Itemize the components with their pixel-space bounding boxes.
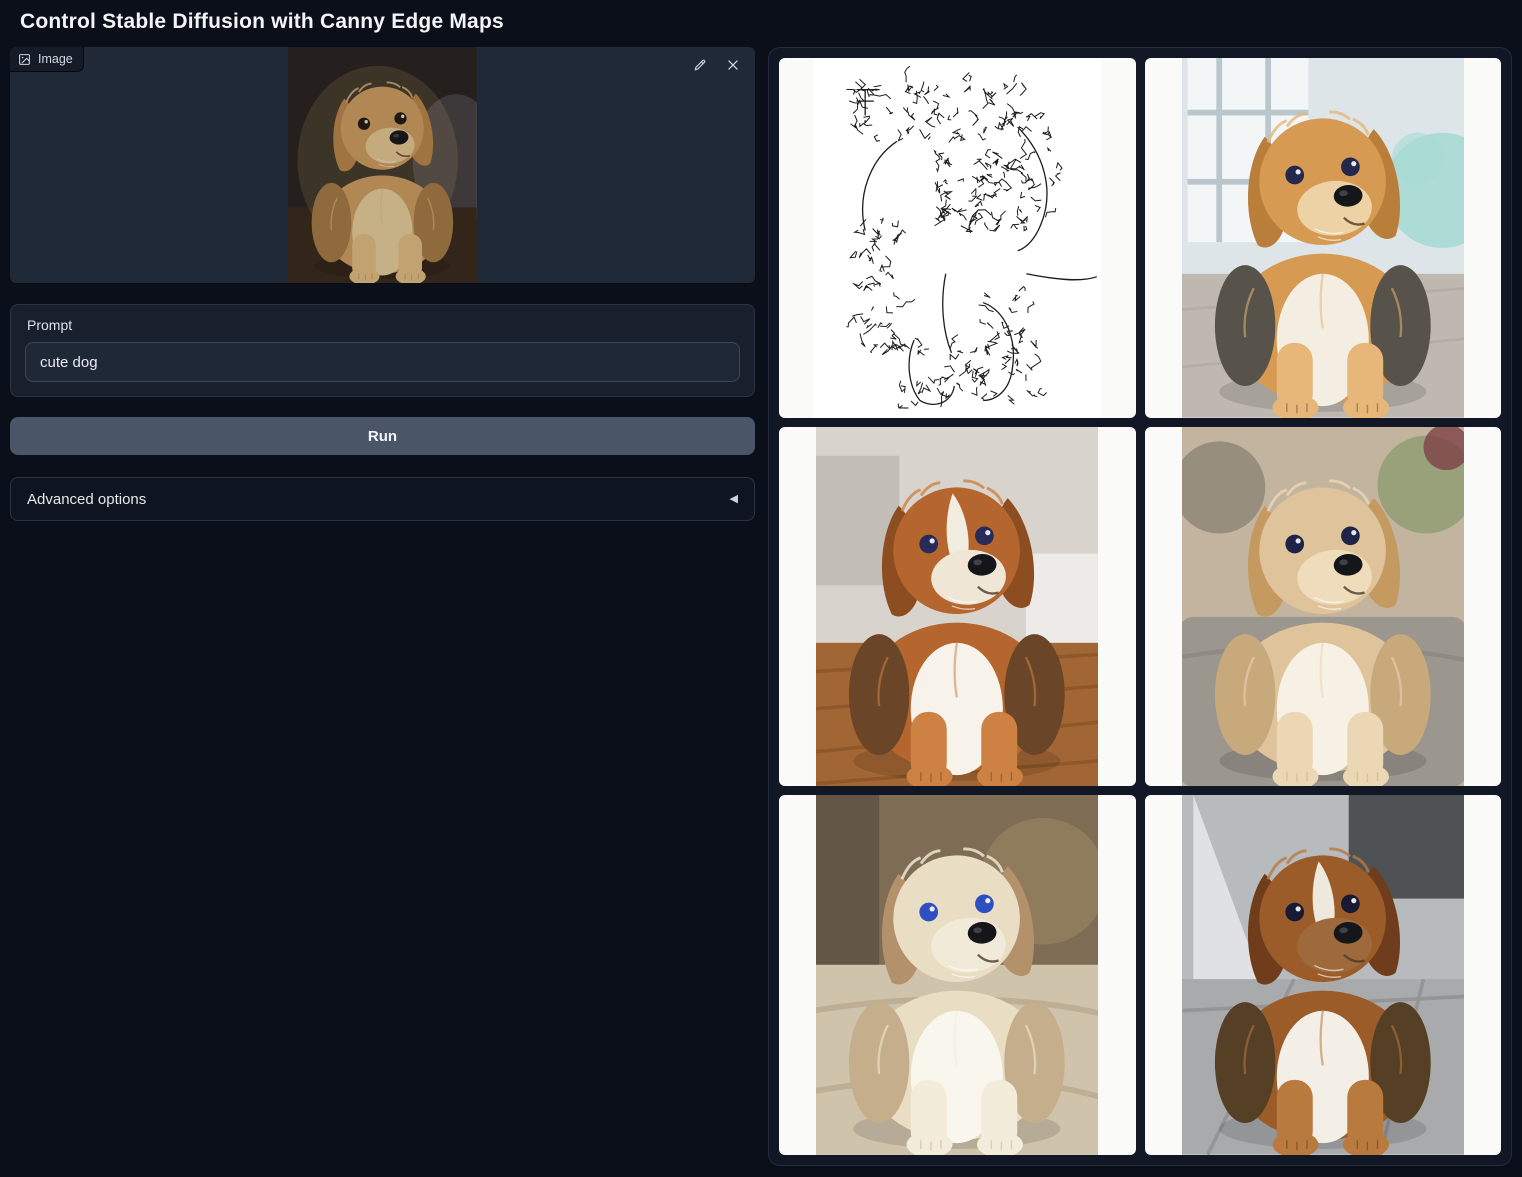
image-actions (691, 56, 742, 74)
generated-photo (1182, 795, 1464, 1155)
gallery-item-generated-2[interactable] (779, 427, 1136, 787)
clear-image-button[interactable] (724, 56, 742, 74)
app-root: Control Stable Diffusion with Canny Edge… (0, 0, 1522, 1172)
prompt-label: Prompt (27, 317, 738, 333)
accordion-collapse-icon: ◀ (730, 492, 738, 505)
image-label: Image (38, 52, 73, 66)
close-icon (726, 58, 740, 72)
page-title: Control Stable Diffusion with Canny Edge… (20, 10, 1512, 34)
canny-edge-image (779, 58, 1136, 418)
pencil-icon (693, 58, 707, 72)
run-button[interactable]: Run (10, 417, 755, 455)
advanced-options-accordion[interactable]: Advanced options ◀ (10, 477, 755, 521)
input-image-panel: Image (10, 47, 755, 283)
image-label-chip: Image (10, 47, 84, 72)
output-gallery (768, 47, 1512, 1166)
generated-photo (1182, 427, 1464, 787)
gallery-item-generated-5[interactable] (1145, 795, 1502, 1155)
gallery-item-canny-edge-map[interactable] (779, 58, 1136, 418)
prompt-input[interactable] (25, 342, 740, 382)
image-icon (18, 53, 31, 66)
generated-photo (1182, 58, 1464, 418)
generated-photo (816, 795, 1098, 1155)
uploaded-image (288, 47, 477, 283)
gallery-item-generated-4[interactable] (779, 795, 1136, 1155)
input-image-preview (10, 47, 755, 283)
generated-photo (816, 427, 1098, 787)
advanced-options-label: Advanced options (27, 491, 146, 508)
main-columns: Image (10, 47, 1512, 1166)
gallery-item-generated-3[interactable] (1145, 427, 1502, 787)
controls-column: Image (10, 47, 755, 521)
edit-image-button[interactable] (691, 56, 709, 74)
gallery-item-generated-1[interactable] (1145, 58, 1502, 418)
prompt-panel: Prompt (10, 304, 755, 397)
output-column (768, 47, 1512, 1166)
